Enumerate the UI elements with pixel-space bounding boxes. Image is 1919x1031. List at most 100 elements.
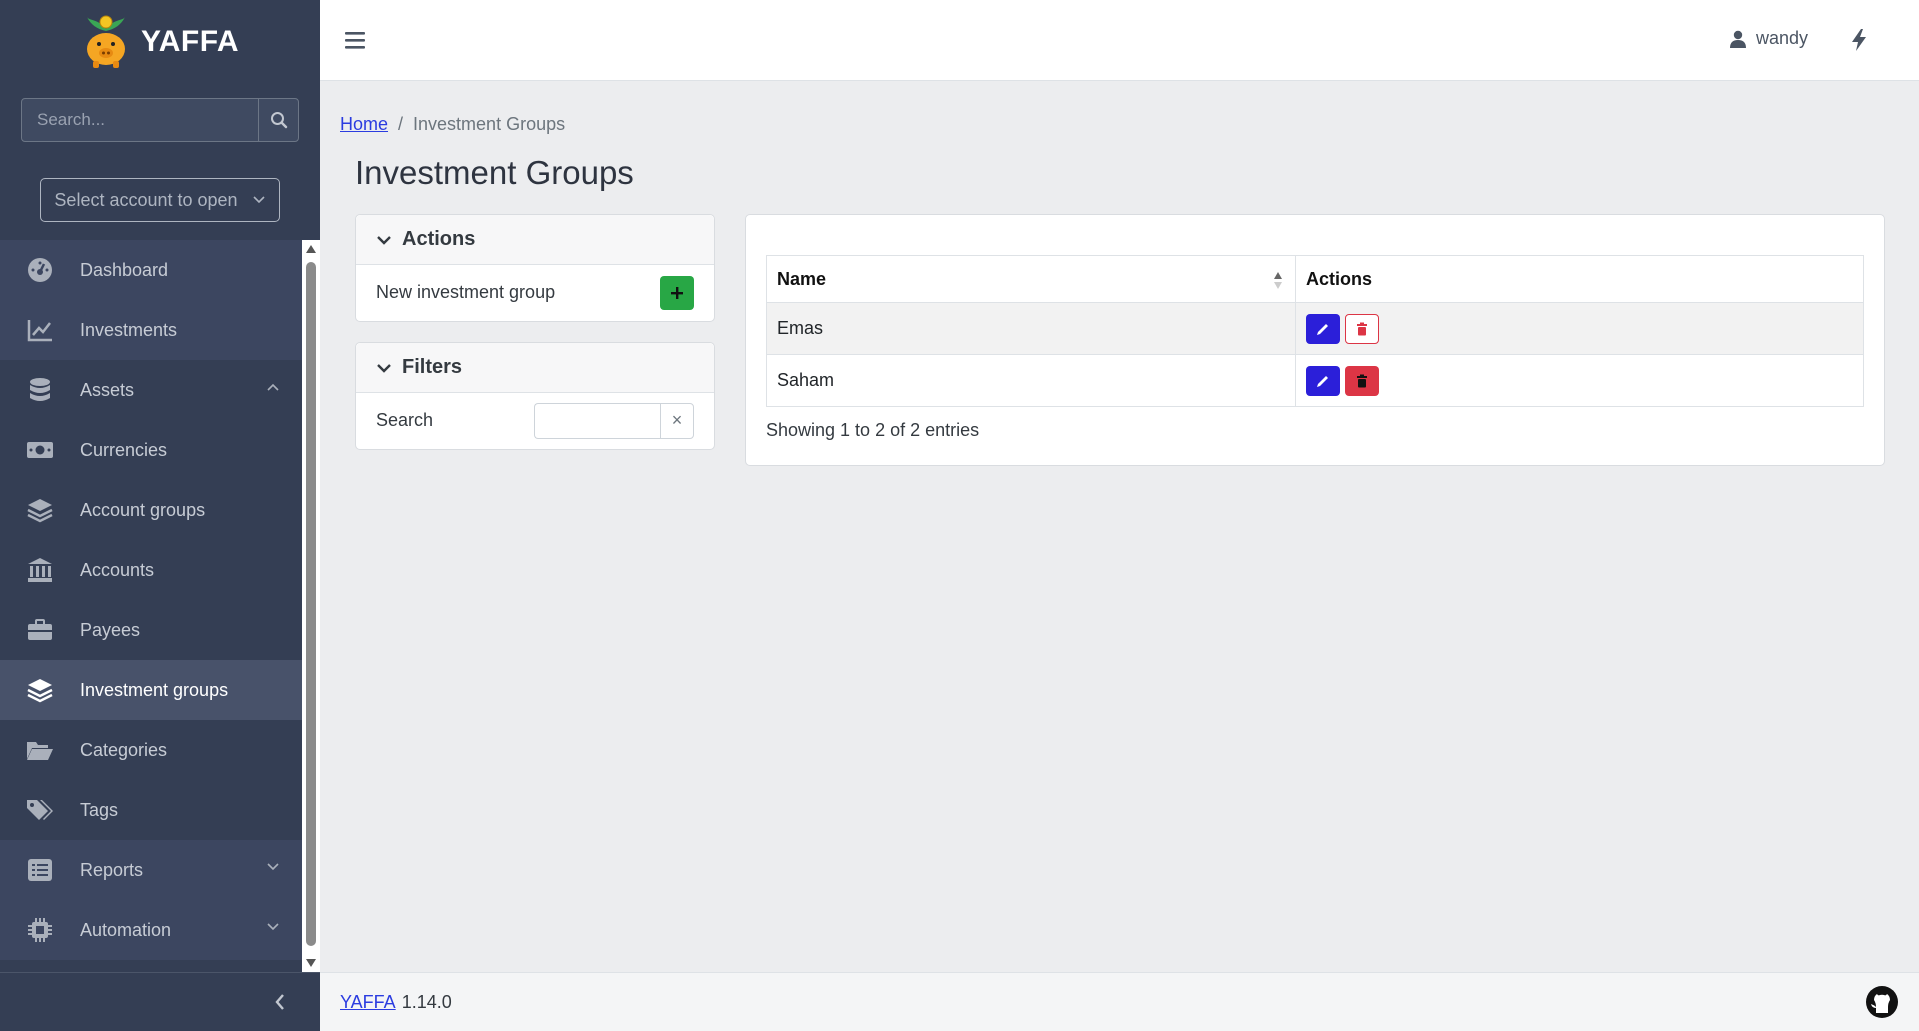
layer-group-icon <box>26 496 54 524</box>
sidebar-item-assets[interactable]: Assets <box>0 360 302 420</box>
sidebar-item-label: Account groups <box>80 499 206 520</box>
sidebar-item-label: Tags <box>80 799 119 820</box>
column-header-name[interactable]: Name <box>766 255 1296 303</box>
breadcrumb-home-link[interactable]: Home <box>340 114 388 135</box>
bank-icon <box>26 556 54 584</box>
account-select-label: Select account to open <box>54 189 238 210</box>
sidebar-search-button[interactable] <box>258 99 298 141</box>
sidebar-item-accounts[interactable]: Accounts <box>0 540 302 600</box>
delete-button[interactable] <box>1345 365 1379 396</box>
sidebar-item-label: Investment groups <box>80 679 229 700</box>
sort-icon <box>1274 272 1282 289</box>
scroll-up-arrow-icon[interactable] <box>306 245 316 253</box>
sidebar-item-tags[interactable]: Tags <box>0 780 302 840</box>
briefcase-icon <box>26 616 54 644</box>
username: wandy <box>1756 28 1809 48</box>
money-bill-icon <box>26 436 54 464</box>
filters-card-body: Search × <box>356 393 714 448</box>
filter-search-label: Search <box>376 410 434 430</box>
table-row: Emas <box>766 302 1864 355</box>
filter-search-input[interactable] <box>534 402 660 439</box>
table-row: Saham <box>766 354 1864 407</box>
brand-name: YAFFA <box>140 24 240 58</box>
sidebar-item-dashboard[interactable]: Dashboard <box>0 240 302 300</box>
scrollbar-thumb[interactable] <box>306 262 316 946</box>
sidebar-item-label: Dashboard <box>80 259 169 280</box>
brand[interactable]: YAFFA <box>0 0 320 83</box>
bolt-icon[interactable] <box>1850 28 1868 52</box>
chevron-down-icon <box>267 863 279 871</box>
trash-icon <box>1357 322 1367 335</box>
sidebar-item-account-groups[interactable]: Account groups <box>0 480 302 540</box>
sidebar-item-label: Automation <box>80 919 172 940</box>
chevron-down-icon <box>267 923 279 931</box>
sidebar-item-automation[interactable]: Automation <box>0 900 302 960</box>
tachometer-icon <box>26 256 54 284</box>
row-actions <box>1295 354 1864 407</box>
actions-card-title: Actions <box>402 228 476 250</box>
actions-card-body: New investment group <box>356 265 714 320</box>
footer: YAFFA 1.14.0 <box>320 972 1919 1031</box>
column-header-actions: Actions <box>1295 255 1864 303</box>
scroll-down-arrow-icon[interactable] <box>306 959 316 967</box>
sidebar-item-label: Assets <box>80 379 135 400</box>
chart-line-icon <box>26 316 54 344</box>
filter-clear-button[interactable]: × <box>660 402 694 439</box>
filter-search-group: × <box>534 402 694 439</box>
layer-group-icon <box>26 676 54 704</box>
footer-version: 1.14.0 <box>401 991 452 1012</box>
sidebar-search <box>21 98 299 142</box>
trash-icon <box>1357 374 1367 387</box>
chevron-down-icon <box>252 196 265 204</box>
table-header-row: Name Actions <box>766 255 1864 303</box>
tags-icon <box>26 796 54 824</box>
actions-card: Actions New investment group <box>355 214 715 322</box>
new-investment-group-label: New investment group <box>376 282 556 302</box>
chevron-left-icon <box>275 994 284 1010</box>
sidebar-item-categories[interactable]: Categories <box>0 720 302 780</box>
table-info: Showing 1 to 2 of 2 entries <box>766 420 980 440</box>
filters-card-header[interactable]: Filters <box>356 343 714 393</box>
sidebar-search-input[interactable] <box>22 99 258 141</box>
github-icon[interactable] <box>1865 985 1899 1019</box>
page-title: Investment Groups <box>355 154 634 191</box>
sidebar-scrollbar[interactable] <box>302 240 320 972</box>
sidebar-collapse-button[interactable] <box>0 972 320 1031</box>
sidebar: YAFFA Select account to open Dashboard I… <box>0 0 320 1031</box>
piggy-bank-logo-icon <box>86 15 125 68</box>
topbar: wandy <box>320 0 1919 81</box>
footer-app-link[interactable]: YAFFA <box>340 992 396 1013</box>
account-select[interactable]: Select account to open <box>40 178 280 222</box>
folder-open-icon <box>26 736 54 764</box>
delete-button[interactable] <box>1345 313 1379 344</box>
edit-button[interactable] <box>1306 365 1340 396</box>
sidebar-item-investments[interactable]: Investments <box>0 300 302 360</box>
filters-card: Filters Search × <box>355 342 715 450</box>
list-icon <box>26 856 54 884</box>
sidebar-item-label: Categories <box>80 739 168 760</box>
sidebar-item-investment-groups[interactable]: Investment groups <box>0 660 302 720</box>
sidebar-item-label: Accounts <box>80 559 155 580</box>
sidebar-item-label: Reports <box>80 859 144 880</box>
sidebar-item-label: Currencies <box>80 439 168 460</box>
edit-button[interactable] <box>1306 313 1340 344</box>
sidebar-item-payees[interactable]: Payees <box>0 600 302 660</box>
hamburger-menu-icon[interactable] <box>344 28 366 52</box>
pencil-icon <box>1317 323 1328 335</box>
investment-groups-table: Name Actions Emas Saham <box>766 255 1864 407</box>
search-icon <box>270 112 287 129</box>
plus-icon <box>671 286 683 299</box>
add-investment-group-button[interactable] <box>660 275 694 310</box>
sidebar-item-label: Investments <box>80 319 178 340</box>
pencil-icon <box>1317 375 1328 387</box>
sidebar-nav: Dashboard Investments Assets Currencies … <box>0 240 302 972</box>
user-icon <box>1730 30 1746 48</box>
user-menu[interactable]: wandy <box>1730 28 1808 49</box>
sidebar-item-label: Payees <box>80 619 141 640</box>
actions-card-header[interactable]: Actions <box>356 215 714 265</box>
database-icon <box>26 376 54 404</box>
chevron-up-icon <box>267 383 279 391</box>
sidebar-item-currencies[interactable]: Currencies <box>0 420 302 480</box>
sidebar-item-reports[interactable]: Reports <box>0 840 302 900</box>
row-name: Saham <box>766 354 1296 407</box>
